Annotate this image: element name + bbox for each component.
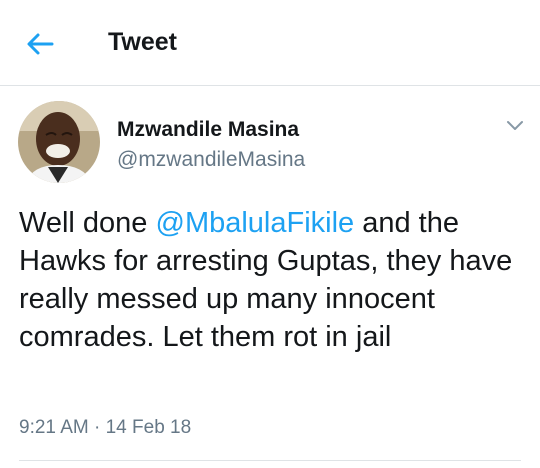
tweet-menu-button[interactable] [500, 114, 530, 138]
page-title: Tweet [108, 28, 177, 56]
tweet-text: Well done @MbalulaFikile and the Hawks f… [19, 204, 519, 356]
divider [19, 460, 521, 461]
back-arrow-icon [27, 33, 54, 55]
author-handle[interactable]: @mzwandileMasina [117, 148, 305, 172]
top-app-bar: Tweet [0, 0, 540, 86]
tweet-timestamp: 9:21 AM · 14 Feb 18 [19, 417, 191, 439]
tweet-page: Tweet Mzwandile Masina @mzwandileMasina … [0, 0, 540, 468]
tweet-text-start: Well done [19, 207, 156, 239]
avatar-image [18, 101, 100, 183]
chevron-down-icon [507, 121, 523, 130]
mention-link[interactable]: @MbalulaFikile [156, 207, 355, 239]
timestamp-separator: · [94, 417, 101, 438]
tweet-time: 9:21 AM [19, 417, 89, 438]
back-button[interactable] [20, 26, 60, 62]
tweet-date: 14 Feb 18 [105, 417, 192, 438]
author-name[interactable]: Mzwandile Masina [117, 118, 299, 142]
avatar[interactable] [18, 101, 100, 183]
